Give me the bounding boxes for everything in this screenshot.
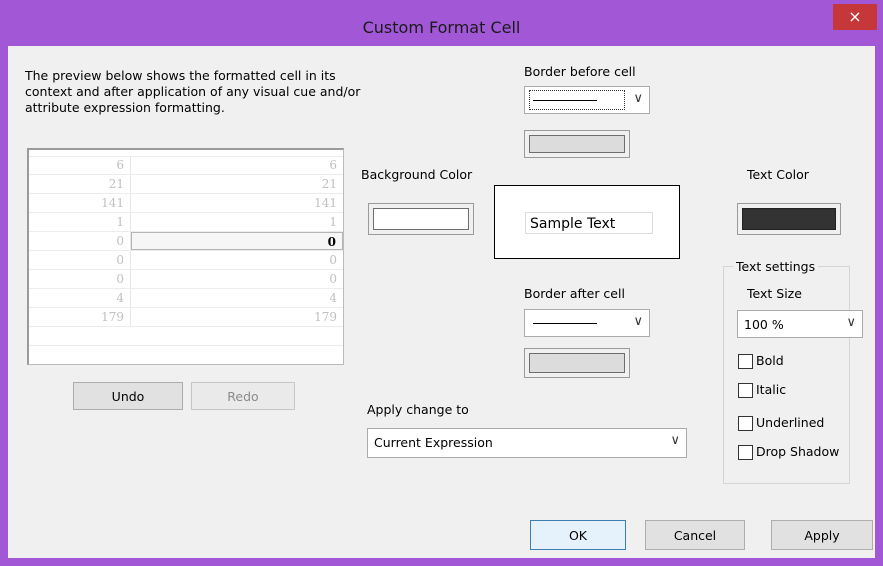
preview-cell-value: 0	[329, 253, 337, 267]
preview-description: The preview below shows the formatted ce…	[25, 68, 361, 115]
preview-cell-value: 0	[329, 272, 337, 286]
preview-row-selected: 00	[29, 232, 343, 251]
preview-cell-context: 4	[29, 289, 131, 307]
background-color-label: Background Color	[361, 167, 473, 182]
sample-text: Sample Text	[525, 212, 653, 234]
preview-cell-value: 0	[131, 232, 343, 250]
undo-button[interactable]: Undo	[73, 382, 183, 410]
ok-button[interactable]: OK	[530, 520, 626, 550]
line-style-icon	[533, 323, 597, 324]
italic-label: Italic	[756, 382, 787, 397]
preview-row: 00	[29, 270, 343, 289]
italic-checkbox[interactable]	[738, 383, 753, 398]
text-size-label: Text Size	[747, 286, 802, 301]
cell-preview-table: 6 6 21 21 141 141 1 1 0 0 0 0 0 0 4 4 179 179	[27, 148, 344, 365]
preview-cell-context: 21	[29, 175, 131, 193]
drop-shadow-label: Drop Shadow	[756, 444, 840, 459]
text-color-swatch	[742, 208, 836, 230]
chevron-down-icon: ∨	[846, 315, 856, 330]
preview-row: 21 21	[29, 175, 343, 194]
border-before-select[interactable]: ∨	[524, 86, 650, 114]
preview-cell-context: 141	[29, 194, 131, 212]
border-after-select[interactable]: ∨	[524, 309, 650, 337]
preview-cell-context: 0	[29, 251, 131, 269]
chevron-down-icon: ∨	[633, 314, 643, 329]
apply-change-select[interactable]: Current Expression ∨	[367, 428, 687, 458]
window-title: Custom Format Cell	[362, 18, 521, 37]
preview-cell-value: 6	[329, 158, 337, 172]
border-after-color-swatch	[529, 353, 625, 373]
text-settings-title: Text settings	[733, 259, 819, 274]
title-bar: Custom Format Cell ×	[0, 0, 883, 46]
text-size-select[interactable]: 100 % ∨	[737, 310, 863, 338]
preview-cell-value: 21	[321, 177, 337, 191]
drop-shadow-checkbox[interactable]	[738, 445, 753, 460]
preview-row: 141 141	[29, 194, 343, 213]
preview-row: 66	[29, 156, 343, 175]
bold-label: Bold	[756, 353, 784, 368]
preview-cell-value: 141	[314, 196, 337, 210]
preview-row: 44	[29, 289, 343, 308]
text-color-label: Text Color	[747, 167, 809, 182]
preview-cell-context: 6	[29, 156, 131, 174]
apply-change-label: Apply change to	[367, 402, 469, 417]
text-color-button[interactable]	[737, 203, 841, 235]
preview-cell-context: 179	[29, 308, 131, 326]
preview-row: 00	[29, 251, 343, 270]
border-before-color-swatch	[529, 135, 625, 153]
apply-button[interactable]: Apply	[771, 520, 873, 550]
close-icon[interactable]: ×	[833, 4, 877, 30]
border-after-label: Border after cell	[524, 286, 625, 301]
underlined-checkbox[interactable]	[738, 416, 753, 431]
bold-checkbox[interactable]	[738, 354, 753, 369]
preview-cell-context: 0	[29, 232, 131, 250]
dialog-body: The preview below shows the formatted ce…	[8, 46, 875, 558]
preview-cell-context: 1	[29, 213, 131, 231]
border-before-label: Border before cell	[524, 64, 636, 79]
cancel-button[interactable]: Cancel	[645, 520, 745, 550]
sample-preview-box: Sample Text	[494, 185, 680, 259]
background-color-swatch	[373, 208, 469, 230]
underlined-label: Underlined	[756, 415, 825, 430]
preview-cell-value: 179	[314, 310, 337, 324]
line-style-icon	[533, 100, 597, 101]
text-size-value: 100 %	[744, 317, 784, 332]
preview-cell-value: 4	[329, 291, 337, 305]
preview-row: 179 179	[29, 308, 343, 327]
redo-button[interactable]: Redo	[191, 382, 295, 410]
preview-row-partial	[29, 327, 343, 346]
chevron-down-icon: ∨	[633, 91, 643, 106]
preview-cell-value: 1	[329, 215, 337, 229]
preview-cell-context: 0	[29, 270, 131, 288]
apply-change-value: Current Expression	[374, 435, 493, 450]
preview-row: 11	[29, 213, 343, 232]
border-before-color-button[interactable]	[524, 130, 630, 158]
chevron-down-icon: ∨	[670, 433, 680, 448]
border-after-color-button[interactable]	[524, 348, 630, 378]
background-color-button[interactable]	[368, 203, 474, 235]
